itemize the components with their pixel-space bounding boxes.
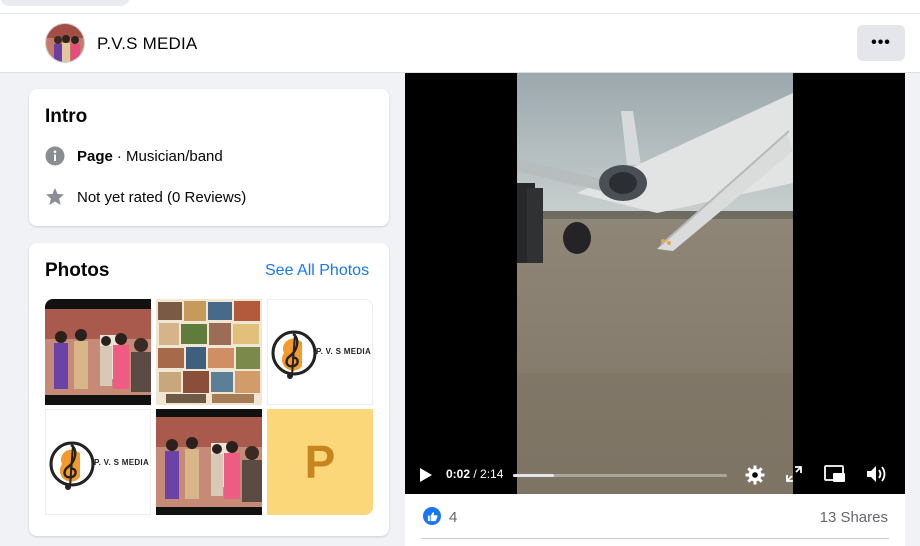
photo-logo-text: P. V. S MEDIA [316,347,372,356]
intro-rating-text: Not yet rated (0 Reviews) [77,188,247,206]
placeholder-letter: P [304,436,336,488]
see-all-photos-link[interactable]: See All Photos [265,262,369,280]
video-progress-bar[interactable] [513,474,727,477]
like-count[interactable]: 4 [449,509,457,526]
more-options-button[interactable]: ••• [857,25,905,61]
fullscreen-icon[interactable] [786,466,802,487]
like-icon[interactable] [423,507,441,525]
video-duration: 2:14 [480,467,504,481]
photo-thumbnail-4[interactable]: P. V. S MEDIA [45,409,151,515]
video-frame [517,73,793,494]
page-avatar[interactable] [45,23,85,63]
photo-thumbnail-2[interactable] [156,299,262,405]
intro-title: Intro [45,106,88,127]
post-engagement-bar: 4 13 Shares [405,494,905,546]
info-icon [45,146,65,166]
intro-category-value[interactable]: · Musician/band [117,148,223,165]
share-count[interactable]: 13 Shares [820,509,888,526]
page-name[interactable]: P.V.S MEDIA [97,34,197,54]
photo-thumbnail-5[interactable] [156,409,262,515]
video-time-separator: / [470,467,481,481]
top-strip [0,0,920,14]
photo-grid: P. V. S MEDIA P. V. S MEDIA P [45,299,373,516]
intro-category-row: Page · Musician/band [45,145,223,167]
photo-thumbnail-1[interactable] [45,299,151,405]
top-tab-stub[interactable] [0,0,130,6]
intro-rating-row: Not yet rated (0 Reviews) [45,186,246,208]
photo-thumbnail-6[interactable]: P [267,409,373,515]
intro-card: Intro Page · Musician/band Not yet rated… [29,89,389,226]
video-current-time: 0:02 [446,467,471,481]
more-icon: ••• [871,34,891,51]
photo-logo-text: P. V. S MEDIA [94,458,150,467]
video-player[interactable]: 0:02 / 2:14 [405,73,905,494]
photo-thumbnail-3[interactable]: P. V. S MEDIA [267,299,373,405]
settings-icon[interactable] [745,465,765,490]
picture-in-picture-icon[interactable] [824,464,846,489]
video-controls: 0:02 / 2:14 [405,458,905,494]
photos-title: Photos [45,260,110,281]
video-time: 0:02 / 2:14 [446,467,503,481]
star-icon [45,187,65,207]
divider [421,538,889,539]
video-progress-fill [513,474,554,477]
volume-icon[interactable] [866,464,888,489]
photos-card: Photos See All Photos P. V. S MEDIA P. V… [29,243,389,536]
page-header-bar: P.V.S MEDIA ••• [0,14,920,73]
play-icon[interactable] [419,467,433,488]
intro-category-type: Page [77,147,113,165]
